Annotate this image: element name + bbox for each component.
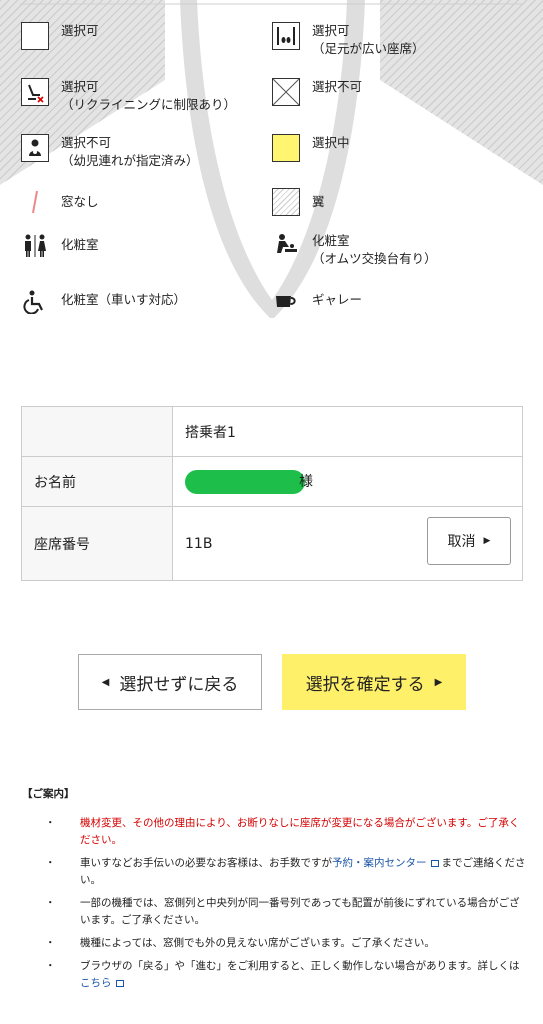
name-suffix: 様 (299, 473, 313, 490)
list-item: ・ブラウザの「戻る」や「進む」をご利用すると、正しく動作しない場合があります。詳… (45, 960, 520, 989)
passenger-name-cell: 様 (172, 456, 523, 507)
legend-unavailable-infant: 選択不可 （幼児連れが指定済み） (21, 134, 199, 170)
list-item: ・車いすなどお手伝いの必要なお客様は、お手数ですが予約・案内センター までご連絡く… (45, 857, 526, 886)
legend-sublabel: （リクライニングに制限あり） (61, 97, 237, 112)
wing-icon (272, 188, 300, 216)
triangle-right-icon: ▶ (434, 676, 443, 688)
legend-recline-limited: 選択可 （リクライニングに制限あり） (21, 78, 236, 114)
legend-lavatory-diaper: 化粧室 （オムツ交換台有り） (272, 232, 437, 268)
triangle-left-icon: ◀ (101, 676, 110, 688)
passenger-seat-table: 搭乗者1 お名前 様 座席番号 11B 取消 ▶ (21, 406, 523, 581)
legend-available-legroom: 選択可 （足元が広い座席） (272, 22, 425, 58)
confirm-button-label: 選択を確定する (305, 674, 425, 695)
information-notes: 【ご案内】 ・機材変更、その他の理由により、お断りなしに座席が変更になる場合がご… (22, 786, 527, 998)
legend-label: 化粧室（車いす対応） (61, 292, 187, 307)
seat-number-value: 11B (185, 535, 213, 552)
legend-sublabel: （足元が広い座席） (312, 41, 425, 56)
legend-unavailable: 選択不可 (272, 78, 362, 106)
legend-label: 窓なし (61, 194, 99, 209)
lavatory-icon (21, 232, 49, 260)
legend-label: 選択可 (312, 23, 350, 38)
no-window-icon (21, 188, 49, 216)
note-text: 機材変更、その他の理由により、お断りなしに座席が変更になる場合がございます。ご了… (80, 817, 520, 846)
legend-sublabel: （幼児連れが指定済み） (61, 153, 199, 168)
seat-available-icon (21, 22, 49, 50)
recline-limited-icon (21, 78, 49, 106)
legend-label: 選択中 (312, 135, 350, 150)
galley-cup-icon (272, 288, 300, 316)
seat-number-cell: 11B 取消 ▶ (172, 506, 523, 581)
legroom-seat-icon (272, 22, 300, 50)
list-item: ・一部の機種では、窓側列と中央列が同一番号列であっても配置が前後にずれている場合… (45, 897, 520, 926)
legend-lavatory-wheelchair: 化粧室（車いす対応） (21, 288, 186, 316)
wheelchair-icon (21, 288, 49, 316)
details-link[interactable]: こちら (80, 977, 112, 989)
note-text: 機種によっては、窓側でも外の見えない席がございます。ご了承ください。 (80, 937, 435, 949)
seat-unavailable-icon (272, 78, 300, 106)
infant-icon (21, 134, 49, 162)
table-header-empty (21, 406, 173, 457)
legend-available: 選択可 (21, 22, 99, 50)
legend-label: 選択不可 (312, 79, 363, 94)
passenger-header: 搭乗者1 (172, 406, 523, 457)
back-button-label: 選択せずに戻る (119, 674, 239, 695)
confirm-selection-button[interactable]: 選択を確定する ▶ (282, 654, 466, 710)
legend-wing: 翼 (272, 188, 325, 216)
name-label: お名前 (21, 456, 173, 507)
legend-no-window: 窓なし (21, 188, 99, 216)
legend-label: 翼 (312, 194, 325, 209)
external-link-icon (115, 980, 124, 987)
seat-number-label: 座席番号 (21, 506, 173, 581)
legend-label: 化粧室 (61, 237, 99, 252)
seat-selected-icon (272, 134, 300, 162)
legend-label: 選択可 (61, 79, 99, 94)
list-item: ・機種によっては、窓側でも外の見えない席がございます。ご了承ください。 (45, 937, 435, 949)
notes-heading: 【ご案内】 (22, 788, 75, 800)
triangle-right-icon: ▶ (483, 536, 491, 546)
note-text: 一部の機種では、窓側列と中央列が同一番号列であっても配置が前後にずれている場合が… (80, 897, 520, 926)
back-without-selecting-button[interactable]: ◀ 選択せずに戻る (78, 654, 262, 710)
cancel-label: 取消 (447, 534, 476, 550)
legend-selected: 選択中 (272, 134, 350, 162)
reservation-center-link[interactable]: 予約・案内センター (332, 857, 427, 869)
legend-galley: ギャレー (272, 288, 362, 316)
name-redaction-mask (185, 469, 305, 494)
legend-label: 選択不可 (61, 135, 112, 150)
external-link-icon (430, 860, 439, 867)
cancel-seat-button[interactable]: 取消 ▶ (427, 517, 511, 565)
diaper-change-icon (272, 232, 300, 260)
legend-label: ギャレー (312, 292, 363, 307)
legend-label: 選択可 (61, 23, 99, 38)
legend-label: 化粧室 (312, 233, 350, 248)
note-text: ブラウザの「戻る」や「進む」をご利用すると、正しく動作しない場合があります。詳し… (80, 960, 520, 972)
note-text: 車いすなどお手伝いの必要なお客様は、お手数ですが (80, 857, 332, 869)
legend-lavatory: 化粧室 (21, 232, 99, 260)
list-item: ・機材変更、その他の理由により、お断りなしに座席が変更になる場合がございます。ご… (45, 817, 520, 846)
legend-sublabel: （オムツ交換台有り） (312, 251, 437, 266)
